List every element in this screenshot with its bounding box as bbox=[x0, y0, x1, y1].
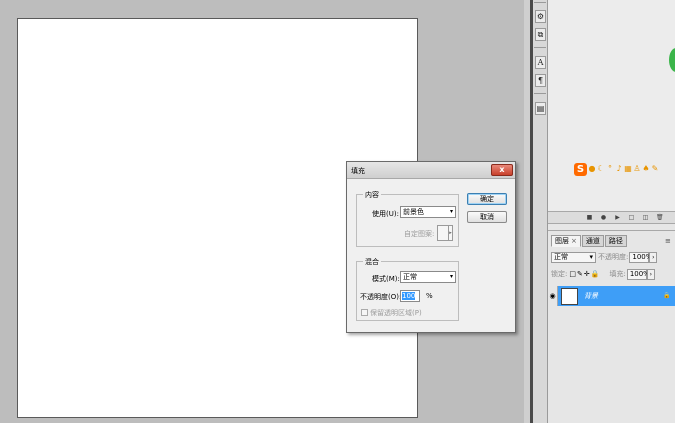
ime-shirt-icon[interactable]: ♠ bbox=[642, 164, 650, 174]
tool-preset-icon[interactable]: ▤ bbox=[535, 102, 546, 115]
record-icon[interactable]: ● bbox=[600, 214, 607, 221]
blend-group: 混合 模式(M): 正常 ▾ 不透明度(O): 100 % 保留透明区域(P) bbox=[356, 257, 459, 321]
close-button[interactable]: x bbox=[491, 164, 513, 176]
ime-moon-icon[interactable]: ☾ bbox=[597, 164, 605, 174]
mode-select[interactable]: 正常 ▾ bbox=[400, 271, 456, 283]
opacity-arrow-icon[interactable]: › bbox=[649, 251, 658, 263]
dock-separator bbox=[534, 47, 546, 48]
tab-channels[interactable]: 通道 bbox=[581, 235, 604, 247]
ime-keyboard-icon[interactable]: ▦ bbox=[624, 164, 632, 174]
character-panel-icon[interactable]: A bbox=[535, 56, 546, 69]
chevron-down-icon: ▾ bbox=[589, 252, 593, 261]
layer-blend-mode-value: 正常 bbox=[554, 252, 568, 261]
new-action-icon[interactable]: ◫ bbox=[642, 214, 649, 221]
pattern-dropdown-icon: ▸ bbox=[448, 226, 452, 240]
ime-user-icon[interactable]: ♙ bbox=[633, 164, 641, 174]
dialog-title: 填充 bbox=[351, 167, 365, 175]
content-group: 内容 使用(U): 前景色 ▾ 自定图案: ▸ bbox=[356, 190, 459, 247]
ime-punct-icon[interactable]: ° bbox=[606, 164, 614, 174]
layer-lock-icon: 🔒 bbox=[663, 292, 671, 299]
layer-opacity-label: 不透明度: bbox=[598, 253, 629, 261]
lock-label: 锁定: bbox=[551, 270, 568, 278]
opacity-input[interactable]: 100 bbox=[400, 290, 420, 302]
layers-panel-tabs: 图层 × 通道 路径 bbox=[551, 235, 628, 247]
fill-arrow-icon[interactable]: › bbox=[646, 268, 655, 280]
blend-group-label: 混合 bbox=[363, 257, 381, 267]
play-icon[interactable]: ▶ bbox=[614, 214, 621, 221]
dialog-titlebar[interactable]: 填充 x bbox=[347, 162, 515, 179]
history-footer: ■ ● ▶ □ ◫ 🗑 bbox=[548, 212, 675, 224]
use-label: 使用(U): bbox=[372, 210, 399, 218]
dock-separator bbox=[534, 93, 546, 94]
mode-value: 正常 bbox=[403, 273, 417, 281]
custom-pattern-label: 自定图案: bbox=[404, 230, 435, 238]
collapsed-panel-dock: ⚙ ⧉ A ¶ ▤ bbox=[533, 0, 548, 423]
trash-icon[interactable]: 🗑 bbox=[656, 214, 664, 221]
preserve-transparency-checkbox bbox=[361, 309, 368, 316]
layers-panel: 图层 × 通道 路径 ≡ 正常 ▾ 不透明度: 100% › 锁定: □ ✎ ✛ … bbox=[548, 230, 675, 423]
layer-row-background[interactable]: ◉ 背景 🔒 bbox=[548, 286, 675, 306]
layer-opacity-input[interactable]: 100% bbox=[629, 251, 652, 263]
panels-area: S ● ☾ ° ♪ ▦ ♙ ♠ ✎ ■ ● ▶ □ ◫ 🗑 图层 × 通道 路径 … bbox=[548, 0, 675, 423]
cancel-button[interactable]: 取消 bbox=[467, 211, 507, 223]
tab-layers[interactable]: 图层 × bbox=[551, 235, 581, 247]
lock-image-icon[interactable]: ✎ bbox=[577, 270, 583, 278]
content-group-label: 内容 bbox=[363, 190, 381, 200]
history-panel: S ● ☾ ° ♪ ▦ ♙ ♠ ✎ bbox=[548, 0, 675, 212]
lock-transparent-icon[interactable]: □ bbox=[569, 270, 576, 278]
new-set-icon[interactable]: □ bbox=[628, 214, 635, 221]
chevron-down-icon: ▾ bbox=[449, 273, 453, 280]
visibility-eye-icon[interactable]: ◉ bbox=[548, 286, 558, 306]
ime-chinese-icon[interactable]: ● bbox=[588, 164, 596, 174]
layer-thumbnail bbox=[561, 287, 578, 305]
lock-position-icon[interactable]: ✛ bbox=[584, 270, 590, 278]
use-select[interactable]: 前景色 ▾ bbox=[400, 206, 456, 218]
lock-fill-row: 锁定: □ ✎ ✛ 🔒 填充: 100% › bbox=[551, 268, 655, 280]
ime-tools-icon[interactable]: ✎ bbox=[651, 164, 659, 174]
fill-label: 填充: bbox=[609, 270, 626, 278]
stop-icon[interactable]: ■ bbox=[586, 214, 593, 221]
opacity-label: 不透明度(O): bbox=[360, 293, 402, 301]
panel-menu-icon[interactable]: ≡ bbox=[665, 237, 671, 245]
chevron-down-icon: ▾ bbox=[449, 208, 453, 215]
preserve-transparency-label: 保留透明区域(P) bbox=[370, 309, 422, 317]
blend-opacity-row: 正常 ▾ 不透明度: 100% › bbox=[551, 251, 658, 263]
paragraph-panel-icon[interactable]: ¶ bbox=[535, 74, 546, 87]
lock-all-icon[interactable]: 🔒 bbox=[591, 270, 600, 278]
mode-label: 模式(M): bbox=[372, 275, 400, 283]
layer-blend-mode-select[interactable]: 正常 ▾ bbox=[551, 251, 596, 263]
tab-close-icon[interactable]: × bbox=[571, 237, 577, 245]
ime-toolbar[interactable]: S ● ☾ ° ♪ ▦ ♙ ♠ ✎ bbox=[574, 162, 659, 176]
brush-preset-icon[interactable]: ⚙ bbox=[535, 10, 546, 23]
use-value: 前景色 bbox=[403, 208, 424, 216]
opacity-unit: % bbox=[426, 292, 433, 300]
ok-button[interactable]: 确定 bbox=[467, 193, 507, 205]
layer-name: 背景 bbox=[584, 292, 598, 300]
layer-fill-input[interactable]: 100% bbox=[626, 268, 650, 280]
clone-source-icon[interactable]: ⧉ bbox=[535, 28, 546, 41]
tab-paths[interactable]: 路径 bbox=[604, 235, 627, 247]
dock-separator bbox=[534, 2, 546, 3]
ime-logo-icon[interactable]: S bbox=[574, 162, 587, 176]
fill-dialog: 填充 x 内容 使用(U): 前景色 ▾ 自定图案: ▸ 混合 模式(M): 正… bbox=[346, 161, 516, 333]
ime-mic-icon[interactable]: ♪ bbox=[615, 164, 623, 174]
floating-widget-icon[interactable] bbox=[669, 48, 675, 72]
opacity-value: 100 bbox=[402, 292, 416, 300]
custom-pattern-picker: ▸ bbox=[437, 225, 453, 241]
